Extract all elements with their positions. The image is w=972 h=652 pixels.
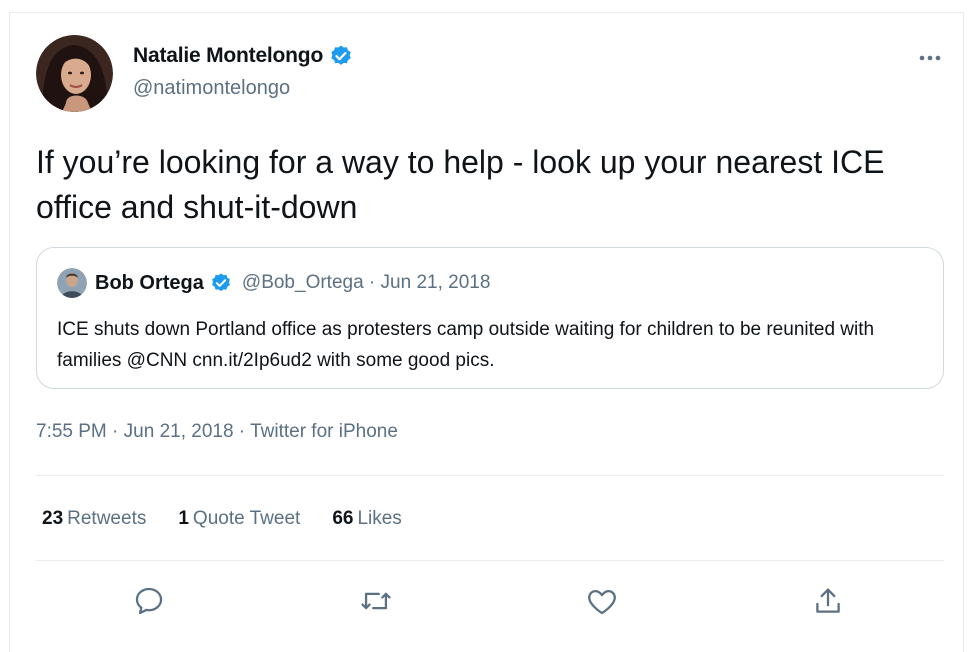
quoted-tweet-text: ICE shuts down Portland office as protes… <box>57 319 875 371</box>
quote-tweets-count: 1 <box>178 508 189 529</box>
quoted-author-name: Bob Ortega <box>95 271 204 294</box>
quoted-author-avatar <box>57 268 87 298</box>
verified-badge-icon <box>210 272 232 294</box>
tweet-card: Natalie Montelongo @natimontelongo If yo… <box>9 12 964 652</box>
likes-label: Likes <box>357 508 402 529</box>
author-avatar[interactable] <box>36 35 113 112</box>
likes-stat[interactable]: 66 Likes <box>332 508 402 530</box>
quote-tweets-label: Quote Tweet <box>192 508 301 529</box>
verified-badge-icon <box>329 44 353 68</box>
author-handle[interactable]: @natimontelongo <box>133 77 290 100</box>
divider <box>36 475 944 476</box>
retweets-stat[interactable]: 23 Retweets <box>42 508 146 530</box>
quoted-tweet-card[interactable]: Bob Ortega @Bob_Ortega · Jun 21, 2018 IC… <box>36 247 944 389</box>
quote-tweets-stat[interactable]: 1 Quote Tweet <box>178 508 300 530</box>
divider <box>36 560 944 561</box>
quoted-tweet-date: Jun 21, 2018 <box>380 272 491 293</box>
likes-count: 66 <box>332 508 354 529</box>
quoted-author-handle: @Bob_Ortega <box>241 272 364 293</box>
tweet-stats: 23 Retweets 1 Quote Tweet 66 Likes <box>42 508 402 530</box>
tweet-source[interactable]: Twitter for iPhone <box>250 421 398 442</box>
retweet-icon[interactable] <box>359 584 393 618</box>
author-name-row[interactable]: Natalie Montelongo <box>133 44 353 68</box>
heart-icon[interactable] <box>585 584 619 618</box>
quoted-tweet-meta: @Bob_Ortega · Jun 21, 2018 <box>241 272 491 293</box>
reply-icon[interactable] <box>132 584 166 618</box>
author-display-name[interactable]: Natalie Montelongo <box>133 44 323 68</box>
tweet-date[interactable]: Jun 21, 2018 <box>124 421 234 442</box>
tweet-time[interactable]: 7:55 PM <box>36 421 107 442</box>
quoted-tweet-header: Bob Ortega @Bob_Ortega · Jun 21, 2018 <box>57 268 490 298</box>
more-horizontal-icon[interactable] <box>915 51 945 65</box>
retweets-label: Retweets <box>67 508 147 529</box>
retweets-count: 23 <box>42 508 64 529</box>
share-icon[interactable] <box>811 584 845 618</box>
tweet-text: If you’re looking for a way to help - lo… <box>36 144 885 225</box>
tweet-timestamp: 7:55 PM · Jun 21, 2018 · Twitter for iPh… <box>36 421 398 442</box>
